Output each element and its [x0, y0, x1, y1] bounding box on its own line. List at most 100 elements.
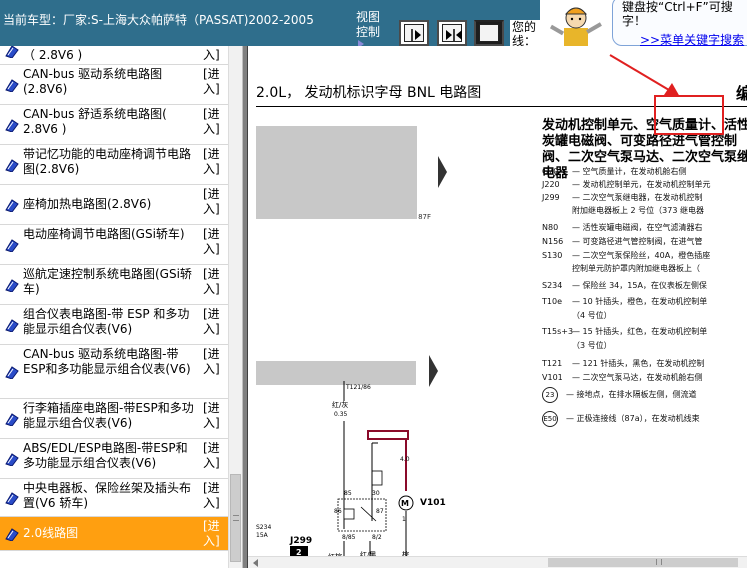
pin-label: 8/85	[342, 534, 356, 541]
legend-row: 附加继电器板上 2 号位（373 继电器	[572, 206, 704, 215]
list-item-label: 座椅加热电路图(2.8V6)	[23, 197, 152, 211]
enter-link[interactable]: 入]	[203, 48, 227, 63]
enter-link[interactable]: [进入]	[203, 107, 227, 137]
legend-row: 控制单元防护罩内附加继电器板上（	[572, 264, 700, 273]
button-face	[404, 24, 424, 42]
enter-link[interactable]: [进入]	[203, 227, 227, 257]
book-icon	[5, 46, 19, 58]
list-item[interactable]: 巡航定速控制系统电路图(GSi轿车) [进入]	[0, 265, 228, 305]
list-item[interactable]: 座椅加热电路图(2.8V6) [进入]	[0, 185, 228, 225]
legend-row: J220— 发动机控制单元，在发动机控制单元	[542, 180, 711, 189]
pin-label: 85	[344, 490, 352, 497]
legend-row: S234— 保险丝 34，15A，在仪表板左侧保	[542, 281, 707, 290]
list-item[interactable]: 中央电器板、保险丝架及插头布置(V6 轿车) [进入]	[0, 479, 228, 517]
enter-link[interactable]: [进入]	[203, 67, 227, 97]
pin-label: 1	[402, 516, 406, 523]
legend-row-connection: E50— 正极连接线（87a），在发动机线束	[542, 411, 700, 427]
list-item[interactable]: 电动座椅调节电路图(GSi轿车) [进入]	[0, 225, 228, 265]
list-item[interactable]: ABS/EDL/ESP电路图-带ESP和多功能显示组合仪表(V6) [进入]	[0, 439, 228, 479]
view-control-text: 视图控制	[356, 10, 381, 39]
legend-row: V101— 二次空气泵马达，在发动机舱右侧	[542, 373, 703, 382]
legend-row: S130— 二次空气泵保险丝，40A，橙色插座	[542, 251, 711, 260]
search-hint-text: 键盘按“Ctrl+F”可搜字！	[622, 0, 733, 28]
list-item-selected[interactable]: 2.0线路图 [进入]	[0, 517, 228, 551]
help-panel: 键盘按“Ctrl+F”可搜字！ >>菜单关键字搜索	[540, 0, 747, 48]
pin-label: 30	[372, 490, 380, 497]
sidebar-scrollbar[interactable]	[228, 46, 242, 568]
list-item[interactable]: 带记忆功能的电动座椅调节电路图(2.8V6) [进入]	[0, 145, 228, 185]
list-item[interactable]: CAN-bus 驱动系统电路图(2.8V6) [进入]	[0, 65, 228, 105]
continue-arrow-icon	[438, 156, 447, 188]
arrow-right-icon	[411, 29, 421, 41]
list-item[interactable]: （ 2.8V6 ) 入]	[0, 46, 228, 65]
list-item-label: 带记忆功能的电动座椅调节电路图(2.8V6)	[23, 147, 192, 176]
fuse-label: S234	[256, 524, 271, 531]
book-icon	[5, 239, 19, 252]
button-face	[479, 24, 499, 42]
enter-link[interactable]: [进入]	[203, 267, 227, 297]
enter-link[interactable]: [进入]	[203, 519, 227, 549]
next-page-button[interactable]	[399, 20, 429, 46]
sheet-number-label: 编	[736, 84, 747, 103]
list-item-label: CAN-bus 驱动系统电路图(2.8V6)	[23, 67, 163, 96]
schematic-label: T121/86	[345, 384, 371, 391]
legend-row: T15s+3— 15 针插头，红色，在发动机控制单	[542, 327, 708, 336]
legend-row: N80— 活性炭罐电磁阀，在空气滤清器右	[542, 223, 703, 232]
hscroll-thumb[interactable]	[548, 558, 738, 567]
list-item[interactable]: 行李箱插座电路图-带ESP和多功能显示组合仪表(V6) [进入]	[0, 399, 228, 439]
scrollbar-thumb[interactable]	[230, 474, 241, 562]
pin-label: 8/2	[372, 534, 382, 541]
list-item-label: CAN-bus 舒适系统电路图( 2.8V6 )	[23, 107, 167, 136]
legend-row: J299— 二次空气泵继电器，在发动机控制	[542, 193, 703, 202]
sidebar: （ 2.8V6 ) 入] CAN-bus 驱动系统电路图(2.8V6) [进入]…	[0, 46, 242, 568]
book-icon	[5, 159, 19, 172]
book-icon	[5, 79, 19, 92]
fuse-rating: 15A	[256, 532, 269, 539]
list-item-label: 行李箱插座电路图-带ESP和多功能显示组合仪表(V6)	[23, 401, 194, 430]
book-icon	[5, 366, 19, 379]
next-chapter-button[interactable]	[474, 20, 504, 46]
wire-size-label: 0.35	[334, 411, 348, 418]
legend-row: T121— 121 针插头，黑色，在发动机控制	[542, 359, 705, 368]
book-icon	[5, 119, 19, 132]
enter-link[interactable]: [进入]	[203, 307, 227, 337]
book-icon	[5, 319, 19, 332]
list-item-label: 组合仪表电路图-带 ESP 和多功能显示组合仪表(V6)	[23, 307, 190, 336]
book-icon	[5, 453, 19, 466]
content-hscrollbar[interactable]	[248, 556, 747, 568]
enter-link[interactable]: [进入]	[203, 147, 227, 177]
relay-label: J299	[289, 536, 312, 546]
book-icon	[5, 413, 19, 426]
wire-size-label: 4.0	[400, 456, 410, 463]
enter-link[interactable]: [进入]	[203, 347, 227, 377]
legend-row: G70— 空气质量计，在发动机舱右侧	[542, 167, 687, 176]
book-icon	[5, 199, 19, 212]
enter-link[interactable]: [进入]	[203, 481, 227, 511]
list-item[interactable]: 组合仪表电路图-带 ESP 和多功能显示组合仪表(V6) [进入]	[0, 305, 228, 345]
fit-width-button[interactable]	[437, 20, 467, 46]
list-item[interactable]: CAN-bus 驱动系统电路图-带ESP和多功能显示组合仪表(V6) [进入]	[0, 345, 228, 399]
list-item-label: 电动座椅调节电路图(GSi轿车)	[23, 227, 185, 241]
legend-row: T10e — 10 针插头，橙色，在发动机控制单	[542, 297, 708, 306]
list-item-label: （ 2.8V6 )	[23, 48, 83, 62]
red-pointer-arrow-icon	[609, 54, 680, 97]
enter-link[interactable]: [进入]	[203, 187, 227, 217]
list-item[interactable]: CAN-bus 舒适系统电路图( 2.8V6 ) [进入]	[0, 105, 228, 145]
list-item-label: 巡航定速控制系统电路图(GSi轿车)	[23, 267, 192, 296]
list-item-label: 中央电器板、保险丝架及插头布置(V6 轿车)	[23, 481, 192, 510]
diagram-pane: 2.0L， 发动机标识字母 BNL 电路图 编 87F 发动机控制单元、空气质量…	[248, 46, 747, 568]
arrows-inward-icon	[446, 29, 462, 41]
enter-link[interactable]: [进入]	[203, 441, 227, 471]
scroll-left-icon[interactable]	[253, 559, 258, 567]
circuit-list: （ 2.8V6 ) 入] CAN-bus 驱动系统电路图(2.8V6) [进入]…	[0, 46, 228, 568]
book-icon	[5, 492, 19, 505]
wire-color-label: 红/灰	[332, 400, 348, 409]
block-tag: 87F	[418, 213, 431, 221]
diagram-gray-block: 87F	[256, 126, 431, 221]
motor-symbol-icon: M	[401, 499, 409, 508]
grip-icon	[233, 515, 239, 521]
current-model-title: 当前车型：厂家:S-上海大众帕萨特（PASSAT)2002-2005	[3, 13, 314, 27]
enter-link[interactable]: [进入]	[203, 401, 227, 431]
your-line-label: 您的线：	[510, 20, 544, 46]
legend-row: N156— 可变路径进气管控制阀，在进气管	[542, 237, 703, 246]
